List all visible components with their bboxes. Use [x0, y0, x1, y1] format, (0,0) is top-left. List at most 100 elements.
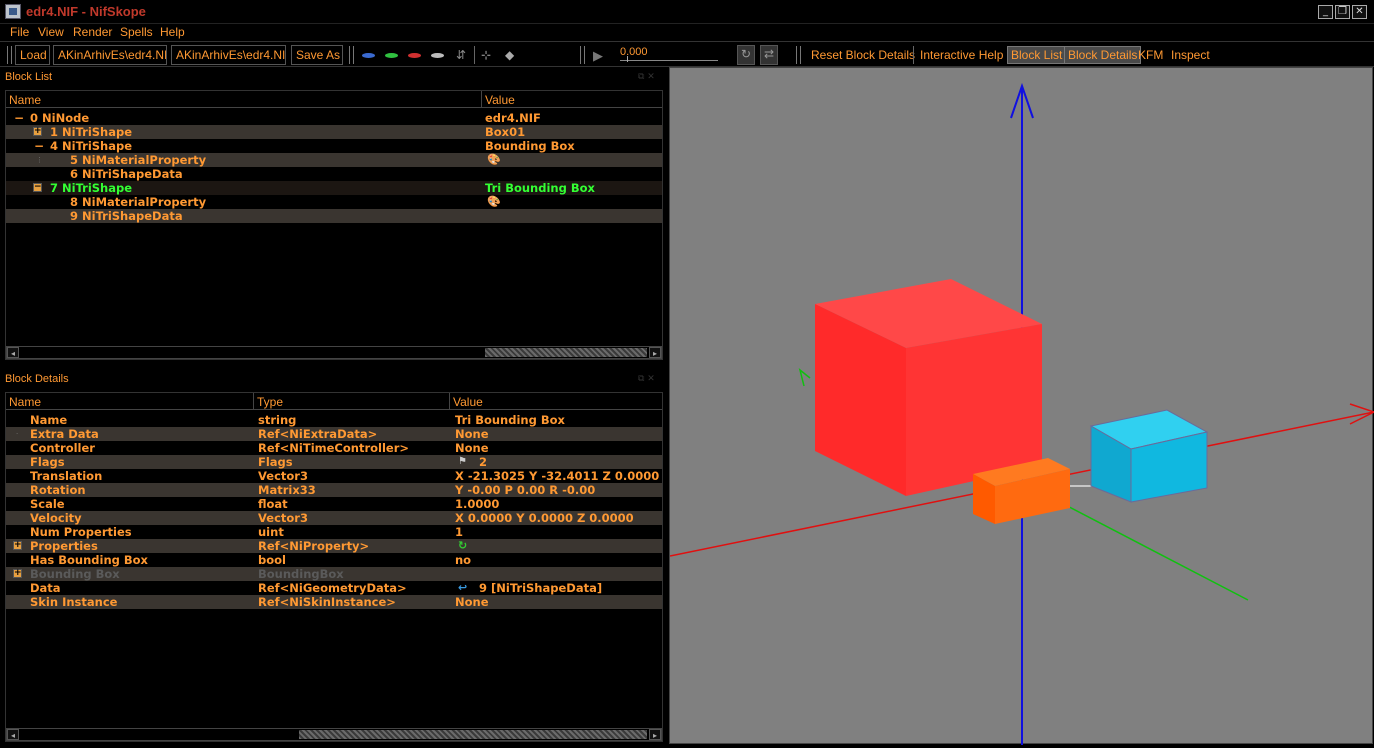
block-list-hscrollbar[interactable]: ◂ ▸: [6, 346, 662, 359]
detail-type: Ref<NiExtraData>: [258, 427, 378, 441]
collapse-icon[interactable]: −: [14, 111, 24, 125]
detail-row[interactable]: Rotation Matrix33 Y -0.00 P 0.00 R -0.00: [6, 483, 662, 497]
tree-row[interactable]: 6 NiTriShapeData: [6, 167, 662, 181]
view-front-icon[interactable]: [385, 53, 398, 58]
block-list-toggle[interactable]: Block List: [1007, 46, 1067, 64]
detail-row[interactable]: Num Properties uint 1: [6, 525, 662, 539]
detail-value[interactable]: Y -0.00 P 0.00 R -0.00: [455, 483, 595, 497]
block-list-tree[interactable]: Name Value − 0 NiNode edr4.NIF + 1 NiTri…: [5, 90, 663, 360]
menu-file[interactable]: File: [10, 25, 29, 39]
detail-value[interactable]: Tri Bounding Box: [455, 413, 565, 427]
menu-render[interactable]: Render: [73, 25, 112, 39]
detail-row[interactable]: Has Bounding Box bool no: [6, 553, 662, 567]
tree-row[interactable]: 9 NiTriShapeData: [6, 209, 662, 223]
view-top-icon[interactable]: [362, 53, 375, 58]
detail-value[interactable]: no: [455, 553, 471, 567]
minimize-button[interactable]: _: [1318, 5, 1333, 19]
detail-value[interactable]: X -21.3025 Y -32.4011 Z 0.0000: [455, 469, 659, 483]
column-header-name[interactable]: Name: [6, 91, 482, 108]
scroll-thumb[interactable]: [485, 348, 647, 357]
scene-canvas[interactable]: [669, 68, 1374, 745]
detail-row[interactable]: · Extra Data Ref<NiExtraData> None: [6, 427, 662, 441]
kfm-button[interactable]: KFM: [1138, 48, 1163, 62]
view-user-icon[interactable]: [431, 53, 444, 58]
detail-value[interactable]: None: [455, 595, 489, 609]
detail-row[interactable]: Data Ref<NiGeometryData> ↩ 9 [NiTriShape…: [6, 581, 662, 595]
detail-row[interactable]: + Properties Ref<NiProperty> ↻: [6, 539, 662, 553]
tree-row-selected[interactable]: − 7 NiTriShape Tri Bounding Box: [6, 181, 662, 195]
perspective-icon[interactable]: ◆: [505, 48, 514, 62]
bounding-box-red[interactable]: [815, 279, 1042, 496]
walk-mode-icon[interactable]: ⇵: [456, 48, 466, 62]
box01-cyan[interactable]: [1089, 409, 1209, 503]
reset-block-details-button[interactable]: Reset Block Details: [811, 48, 915, 62]
tree-row[interactable]: ⋮ 5 NiMaterialProperty 🎨: [6, 153, 662, 167]
tree-row[interactable]: − 4 NiTriShape Bounding Box: [6, 139, 662, 153]
detail-row[interactable]: Name string Tri Bounding Box: [6, 413, 662, 427]
block-details-hscrollbar[interactable]: ◂ ▸: [6, 728, 662, 741]
menu-help[interactable]: Help: [160, 25, 185, 39]
tree-row[interactable]: + 1 NiTriShape Box01: [6, 125, 662, 139]
flip-view-icon[interactable]: ⊹: [481, 48, 491, 62]
scroll-left-arrow[interactable]: ◂: [7, 347, 19, 358]
dock-buttons-icon[interactable]: ⧉ ✕: [638, 72, 655, 82]
toolbar-grip[interactable]: [580, 46, 585, 64]
render-viewport[interactable]: [669, 67, 1374, 745]
toolbar-grip[interactable]: [7, 46, 12, 64]
collapse-icon[interactable]: −: [33, 183, 42, 192]
load-button[interactable]: Load: [15, 45, 50, 65]
menu-spells[interactable]: Spells: [120, 25, 153, 39]
scroll-left-arrow[interactable]: ◂: [7, 729, 19, 740]
column-header-value[interactable]: Value: [450, 393, 662, 410]
loop-icon[interactable]: ↻: [737, 45, 755, 65]
load-path-field[interactable]: AKinArhivEs\edr4.NIF: [53, 45, 167, 65]
scroll-thumb[interactable]: [299, 730, 647, 739]
detail-row[interactable]: Velocity Vector3 X 0.0000 Y 0.0000 Z 0.0…: [6, 511, 662, 525]
block-details-toggle[interactable]: Block Details: [1064, 46, 1142, 64]
detail-value[interactable]: 1: [455, 525, 463, 539]
tree-row[interactable]: − 0 NiNode edr4.NIF: [6, 111, 662, 125]
view-side-icon[interactable]: [408, 53, 421, 58]
flags-icon[interactable]: ⚑: [458, 455, 467, 469]
detail-row[interactable]: Translation Vector3 X -21.3025 Y -32.401…: [6, 469, 662, 483]
detail-value[interactable]: None: [455, 427, 489, 441]
detail-value[interactable]: None: [455, 441, 489, 455]
expand-icon[interactable]: +: [13, 569, 22, 578]
time-slider-track[interactable]: [620, 60, 718, 61]
detail-value[interactable]: 9 [NiTriShapeData]: [479, 581, 602, 595]
dock-buttons-icon[interactable]: ⧉ ✕: [638, 374, 655, 384]
detail-row[interactable]: Skin Instance Ref<NiSkinInstance> None: [6, 595, 662, 609]
collapse-icon[interactable]: −: [34, 139, 44, 153]
refresh-icon[interactable]: ↻: [458, 539, 467, 553]
detail-row[interactable]: Controller Ref<NiTimeController> None: [6, 441, 662, 455]
close-button[interactable]: ✕: [1352, 5, 1367, 19]
switch-icon[interactable]: ⇄: [760, 45, 778, 65]
save-path-field[interactable]: AKinArhivEs\edr4.NIF: [171, 45, 286, 65]
detail-row[interactable]: Flags Flags ⚑ 2: [6, 455, 662, 469]
toolbar-grip[interactable]: [796, 46, 801, 64]
inspect-button[interactable]: Inspect: [1171, 48, 1210, 62]
detail-row[interactable]: Scale float 1.0000: [6, 497, 662, 511]
restore-button[interactable]: ❐: [1335, 5, 1350, 19]
column-header-value[interactable]: Value: [482, 91, 662, 108]
column-header-type[interactable]: Type: [254, 393, 450, 410]
expand-icon[interactable]: +: [33, 127, 42, 136]
toolbar-grip[interactable]: [349, 46, 354, 64]
column-header-name[interactable]: Name: [6, 393, 254, 410]
save-as-button[interactable]: Save As: [291, 45, 343, 65]
expand-icon[interactable]: +: [13, 541, 22, 550]
detail-value[interactable]: X 0.0000 Y 0.0000 Z 0.0000: [455, 511, 634, 525]
scroll-right-arrow[interactable]: ▸: [649, 729, 661, 740]
menu-view[interactable]: View: [38, 25, 64, 39]
tree-row[interactable]: 8 NiMaterialProperty 🎨: [6, 195, 662, 209]
interactive-help-button[interactable]: Interactive Help: [920, 48, 1003, 62]
detail-value[interactable]: 1.0000: [455, 497, 499, 511]
link-arrow-icon[interactable]: ↩: [458, 581, 467, 595]
detail-name: Rotation: [30, 483, 86, 497]
block-details-table[interactable]: Name Type Value Name string Tri Bounding…: [5, 392, 663, 742]
detail-row-disabled[interactable]: + Bounding Box BoundingBox: [6, 567, 662, 581]
play-icon[interactable]: ▶: [593, 48, 603, 64]
time-slider-handle[interactable]: [627, 56, 628, 62]
detail-value[interactable]: 2: [479, 455, 487, 469]
scroll-right-arrow[interactable]: ▸: [649, 347, 661, 358]
